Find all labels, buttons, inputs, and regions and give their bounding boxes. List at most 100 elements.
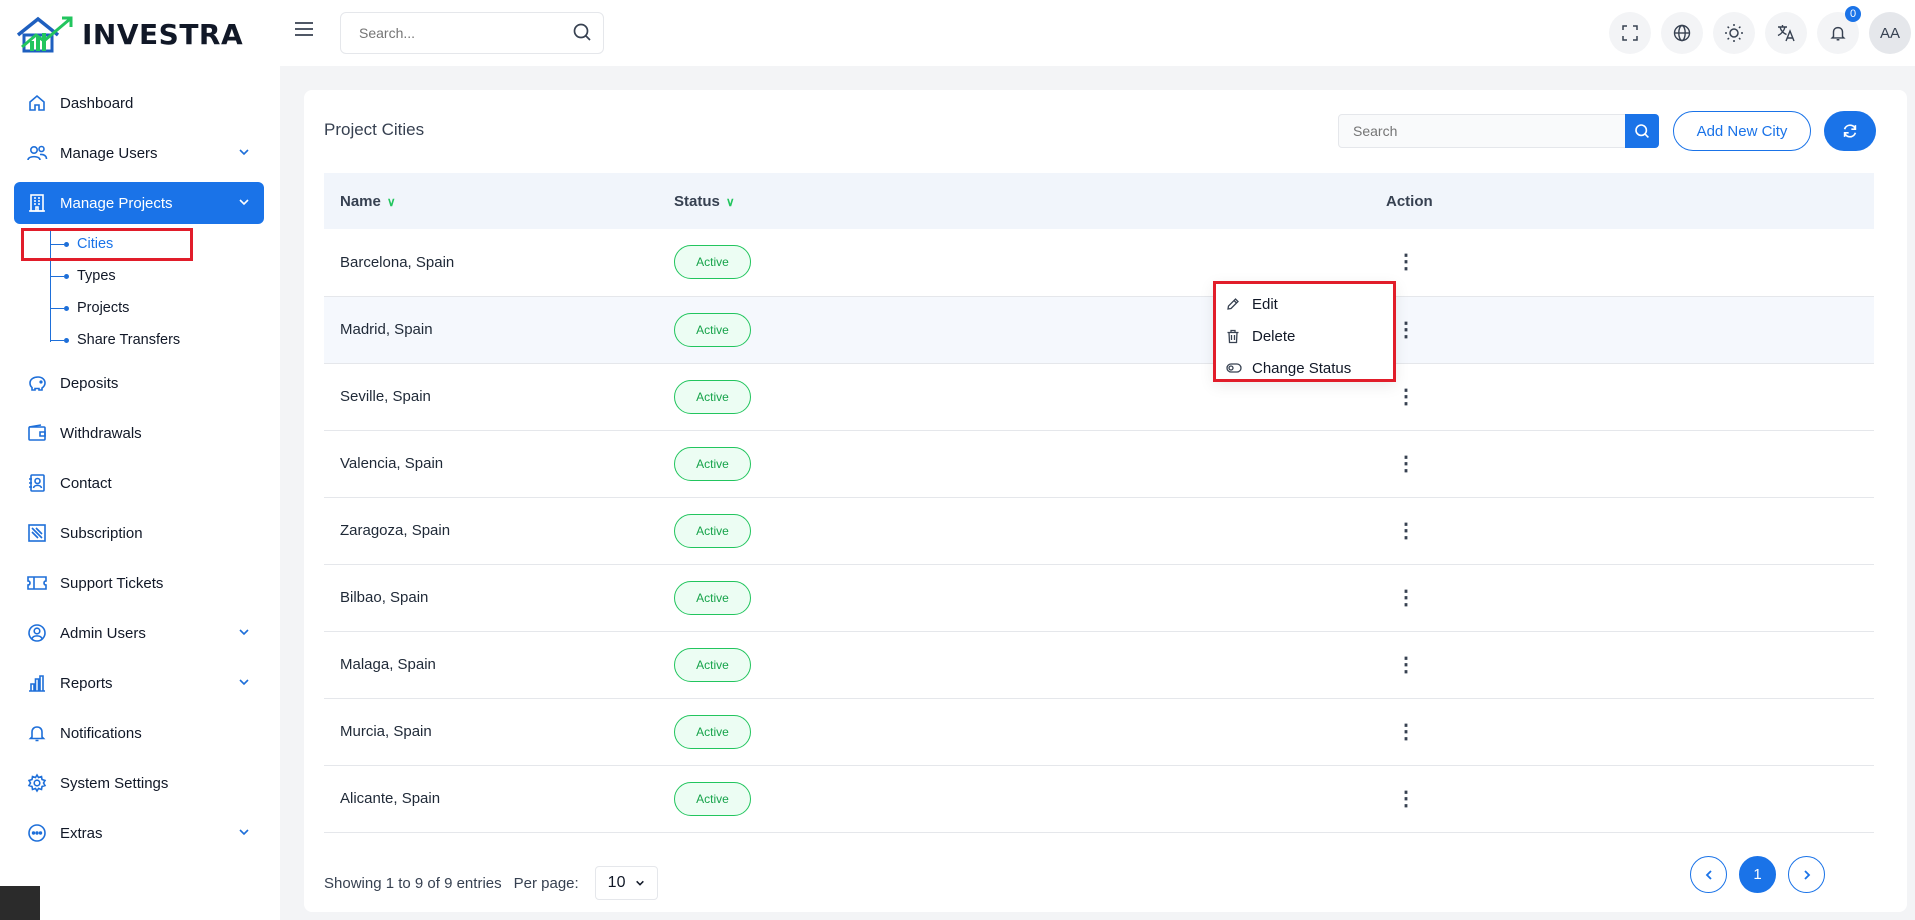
building-icon xyxy=(26,192,48,214)
brand-logo[interactable]: INVESTRA xyxy=(16,14,243,54)
more-vertical-icon[interactable]: ⋮ xyxy=(1396,252,1416,272)
status-badge[interactable]: Active xyxy=(674,714,751,749)
sidebar-item-label: Notifications xyxy=(60,724,142,742)
notifications-button[interactable]: 0 xyxy=(1817,6,1861,54)
wallet-icon xyxy=(26,422,48,444)
sidebar-item-label: Support Tickets xyxy=(60,574,164,592)
chevron-down-icon xyxy=(238,825,250,842)
more-icon xyxy=(26,822,48,844)
chevron-down-icon xyxy=(636,880,645,886)
refresh-button[interactable] xyxy=(1824,111,1876,151)
more-vertical-icon[interactable]: ⋮ xyxy=(1396,454,1416,474)
status-badge[interactable]: Active xyxy=(674,647,751,682)
prev-page-button[interactable] xyxy=(1690,856,1727,893)
language-button[interactable] xyxy=(1661,12,1703,54)
sidebar-item-label: Deposits xyxy=(60,374,119,392)
next-page-button[interactable] xyxy=(1788,856,1825,893)
per-page-value: 10 xyxy=(607,874,626,891)
sidebar-item-label: Share Transfers xyxy=(77,332,181,348)
table-search-input[interactable] xyxy=(1338,114,1626,148)
menu-item-edit[interactable]: Edit xyxy=(1216,288,1393,320)
topbar-actions: 0 AA xyxy=(1609,6,1915,54)
status-badge[interactable]: Active xyxy=(674,245,751,280)
sidebar-item-types[interactable]: Types xyxy=(36,260,264,292)
sidebar-item-support-tickets[interactable]: Support Tickets xyxy=(14,562,264,604)
sidebar-item-subscription[interactable]: Subscription xyxy=(14,512,264,554)
more-vertical-icon[interactable]: ⋮ xyxy=(1396,789,1416,809)
add-new-city-button[interactable]: Add New City xyxy=(1673,111,1811,151)
sidebar-item-withdrawals[interactable]: Withdrawals xyxy=(14,412,264,454)
page-title: Project Cities xyxy=(324,120,425,139)
city-name: Alicante, Spain xyxy=(340,790,441,807)
search-icon xyxy=(1635,124,1649,138)
status-badge[interactable]: Active xyxy=(674,446,751,481)
sidebar-item-manage-projects[interactable]: Manage Projects xyxy=(14,182,264,224)
users-icon xyxy=(26,142,48,164)
sidebar-item-label: Extras xyxy=(60,824,103,842)
more-vertical-icon[interactable]: ⋮ xyxy=(1396,521,1416,541)
more-vertical-icon[interactable]: ⋮ xyxy=(1396,722,1416,742)
status-badge[interactable]: Active xyxy=(674,513,751,548)
more-vertical-icon[interactable]: ⋮ xyxy=(1396,387,1416,407)
city-name: Seville, Spain xyxy=(340,388,431,405)
avatar[interactable]: AA xyxy=(1869,12,1911,54)
status-badge[interactable]: Active xyxy=(674,781,751,816)
menu-item-label: Change Status xyxy=(1252,359,1352,377)
more-vertical-icon[interactable]: ⋮ xyxy=(1396,588,1416,608)
sidebar-item-label: Manage Projects xyxy=(60,194,173,212)
search-icon[interactable] xyxy=(572,22,592,47)
menu-item-label: Delete xyxy=(1252,327,1296,345)
table-row: Alicante, Spain Active ⋮ xyxy=(324,765,1874,832)
logo-icon xyxy=(16,16,73,53)
piggy-bank-icon xyxy=(26,372,48,394)
pagination: 1 xyxy=(1690,856,1825,893)
theme-toggle-button[interactable] xyxy=(1713,12,1755,54)
cities-card: Project Cities Add New City Name∨ Status… xyxy=(304,90,1907,912)
status-badge[interactable]: Active xyxy=(674,580,751,615)
menu-item-label: Edit xyxy=(1252,295,1278,313)
city-name: Zaragoza, Spain xyxy=(340,522,451,539)
ticket-icon xyxy=(26,572,48,594)
name-column-header[interactable]: Name ∨ xyxy=(324,173,674,229)
sidebar-item-projects[interactable]: Projects xyxy=(36,292,264,324)
debug-toolbar-corner[interactable] xyxy=(0,886,40,920)
per-page-select[interactable]: 10 xyxy=(594,866,658,900)
sidebar-item-contact[interactable]: Contact xyxy=(14,462,264,504)
sidebar-item-share-transfers[interactable]: Share Transfers xyxy=(36,324,264,356)
chevron-down-icon: ∨ xyxy=(725,194,735,209)
page-button-current[interactable]: 1 xyxy=(1739,856,1776,893)
menu-item-delete[interactable]: Delete xyxy=(1216,320,1393,352)
city-name: Valencia, Spain xyxy=(340,455,444,472)
table-row: Malaga, Spain Active ⋮ xyxy=(324,631,1874,698)
sidebar-item-extras[interactable]: Extras xyxy=(14,812,264,854)
status-badge[interactable]: Active xyxy=(674,312,751,347)
sidebar-item-label: Dashboard xyxy=(60,94,134,112)
sidebar-item-label: Manage Users xyxy=(60,144,158,162)
sidebar-item-system-settings[interactable]: System Settings xyxy=(14,762,264,804)
sidebar-item-deposits[interactable]: Deposits xyxy=(14,362,264,404)
sidebar-item-admin-users[interactable]: Admin Users xyxy=(14,612,264,654)
status-badge[interactable]: Active xyxy=(674,379,751,414)
table-search-button[interactable] xyxy=(1625,114,1659,148)
pencil-icon xyxy=(1226,297,1242,311)
sidebar-item-reports[interactable]: Reports xyxy=(14,662,264,704)
search-input[interactable] xyxy=(340,12,604,54)
menu-toggle-icon[interactable] xyxy=(294,20,314,43)
home-icon xyxy=(26,92,48,114)
fullscreen-button[interactable] xyxy=(1609,12,1651,54)
sidebar-item-dashboard[interactable]: Dashboard xyxy=(14,82,264,124)
sidebar-item-manage-users[interactable]: Manage Users xyxy=(14,132,264,174)
brand-name: INVESTRA xyxy=(82,17,244,51)
chevron-right-icon xyxy=(1803,869,1810,880)
trash-icon xyxy=(1226,329,1242,344)
more-vertical-icon[interactable]: ⋮ xyxy=(1396,655,1416,675)
translate-button[interactable] xyxy=(1765,12,1807,54)
sun-icon xyxy=(1725,24,1743,42)
sidebar-item-notifications[interactable]: Notifications xyxy=(14,712,264,754)
table-row: Murcia, Spain Active ⋮ xyxy=(324,698,1874,765)
more-vertical-icon[interactable]: ⋮ xyxy=(1396,320,1416,340)
sidebar-item-label: Subscription xyxy=(60,524,143,542)
gear-icon xyxy=(26,772,48,794)
status-column-header[interactable]: Status ∨ xyxy=(674,173,1386,229)
menu-item-change-status[interactable]: Change Status xyxy=(1216,352,1393,384)
